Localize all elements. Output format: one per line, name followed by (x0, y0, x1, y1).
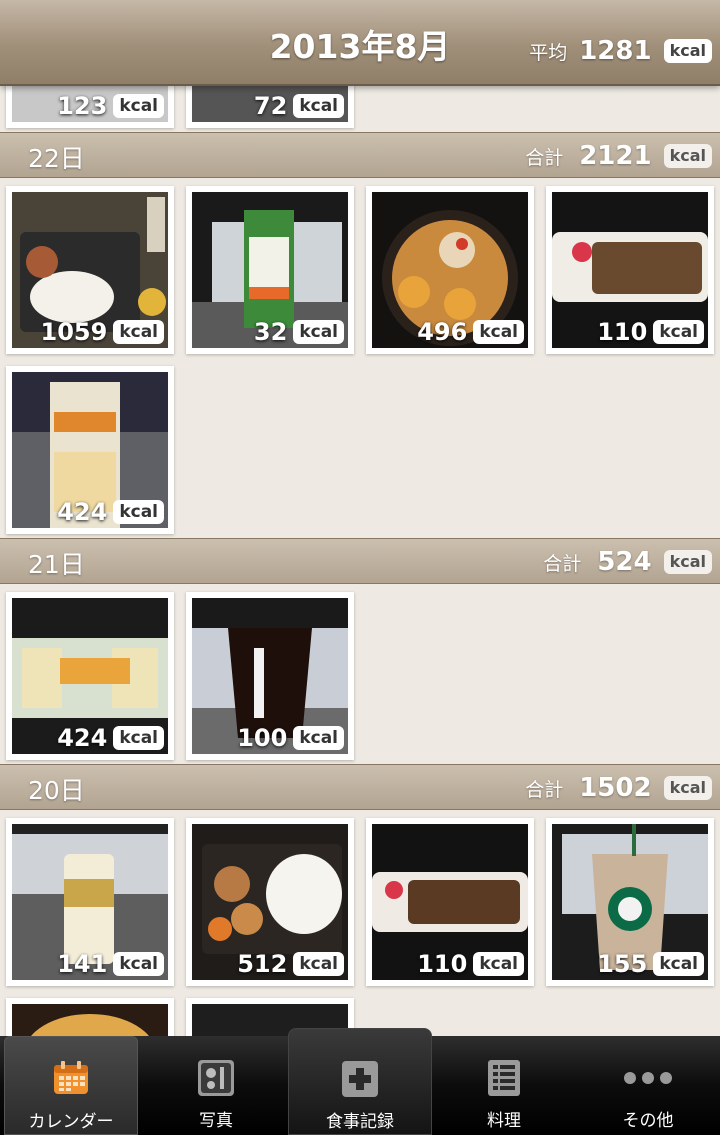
menu-list-icon (488, 1060, 520, 1100)
day-total: 合計 1502 kcal (525, 773, 712, 803)
food-photo-tile[interactable] (6, 998, 174, 1036)
food-photo-tile[interactable]: 32 kcal (186, 186, 354, 354)
day-label: 21日 (28, 550, 85, 579)
tab-label: その他 (622, 1111, 674, 1131)
food-photo-tile[interactable]: 141 kcal (6, 818, 174, 986)
calorie-label: 110 kcal (597, 318, 704, 346)
calorie-label: 1059 kcal (41, 318, 164, 346)
tab-other[interactable]: その他 (578, 1036, 718, 1135)
calorie-value: 424 (57, 498, 108, 526)
food-photo-tile[interactable]: 100 kcal (186, 592, 354, 760)
calorie-value: 72 (253, 92, 288, 120)
calorie-label: 123 kcal (57, 92, 164, 120)
calendar-icon (53, 1061, 89, 1099)
food-photo-tile[interactable]: 424 kcal (6, 592, 174, 760)
calorie-label: 496 kcal (417, 318, 524, 346)
tab-photo[interactable]: 写真 (146, 1036, 286, 1135)
calorie-value: 496 (417, 318, 468, 346)
day-header-22[interactable]: 22日 合計 2121 kcal (0, 132, 720, 178)
calorie-label: 72 kcal (254, 92, 344, 120)
day-total: 合計 2121 kcal (525, 141, 712, 171)
calorie-label: 32 kcal (254, 318, 344, 346)
day-total: 合計 524 kcal (543, 547, 712, 577)
calorie-label: 141 kcal (57, 950, 164, 978)
kcal-badge: kcal (293, 726, 344, 750)
tab-meal-record[interactable]: 食事記録 (288, 1028, 432, 1135)
food-photo-tile[interactable]: 72 kcal (186, 86, 354, 128)
kcal-badge: kcal (663, 144, 712, 168)
calorie-value: 32 (253, 318, 288, 346)
kcal-badge: kcal (113, 726, 164, 750)
day-header-20[interactable]: 20日 合計 1502 kcal (0, 764, 720, 810)
tab-label: 写真 (199, 1111, 233, 1131)
food-log-list[interactable]: 123 kcal 72 kcal 22日 合計 2121 kcal 1059 k… (0, 86, 720, 1036)
kcal-badge: kcal (113, 94, 164, 118)
calorie-label: 110 kcal (417, 950, 524, 978)
kcal-badge: kcal (473, 952, 524, 976)
calorie-value: 1059 (40, 318, 108, 346)
average-label: 平均 (529, 41, 568, 64)
calorie-value: 123 (57, 92, 108, 120)
kcal-badge: kcal (113, 500, 164, 524)
calorie-value: 110 (417, 950, 468, 978)
tab-cooking[interactable]: 料理 (436, 1036, 572, 1135)
plus-icon (342, 1061, 378, 1101)
calorie-value: 141 (57, 950, 108, 978)
food-photo-tile[interactable]: 110 kcal (366, 818, 534, 986)
tab-calendar[interactable]: カレンダー (4, 1036, 138, 1135)
calorie-label: 155 kcal (597, 950, 704, 978)
bottom-tab-bar: カレンダー 写真 食事記録 料理 その他 (0, 1028, 720, 1135)
kcal-badge: kcal (113, 952, 164, 976)
kcal-badge: kcal (293, 320, 344, 344)
calorie-value: 424 (57, 724, 108, 752)
kcal-badge: kcal (293, 952, 344, 976)
calorie-label: 424 kcal (57, 724, 164, 752)
tab-label: 食事記録 (326, 1112, 394, 1132)
kcal-badge: kcal (653, 952, 704, 976)
food-photo-tile[interactable]: 155 kcal (546, 818, 714, 986)
calorie-label: 424 kcal (57, 498, 164, 526)
total-label: 合計 (525, 146, 564, 169)
kcal-badge: kcal (663, 776, 712, 800)
total-value: 1502 (579, 773, 652, 803)
food-photo-tile[interactable]: 512 kcal (186, 818, 354, 986)
calorie-value: 512 (237, 950, 288, 978)
food-photo (12, 1004, 168, 1036)
total-value: 524 (597, 547, 652, 577)
more-icon (623, 1070, 673, 1089)
photo-icon (198, 1060, 234, 1100)
food-photo-tile[interactable]: 424 kcal (6, 366, 174, 534)
day-label: 20日 (28, 776, 85, 805)
monthly-average: 平均 1281 kcal (529, 36, 712, 66)
average-value: 1281 (579, 36, 652, 66)
calorie-label: 100 kcal (237, 724, 344, 752)
food-photo-tile[interactable]: 1059 kcal (6, 186, 174, 354)
kcal-badge: kcal (293, 94, 344, 118)
total-label: 合計 (525, 778, 564, 801)
kcal-badge: kcal (473, 320, 524, 344)
tab-label: カレンダー (28, 1112, 114, 1132)
kcal-badge: kcal (113, 320, 164, 344)
food-photo-tile[interactable]: 123 kcal (6, 86, 174, 128)
kcal-badge: kcal (663, 550, 712, 574)
calorie-value: 155 (597, 950, 648, 978)
day-header-21[interactable]: 21日 合計 524 kcal (0, 538, 720, 584)
food-photo-tile[interactable]: 110 kcal (546, 186, 714, 354)
total-label: 合計 (543, 552, 582, 575)
day-label: 22日 (28, 144, 85, 173)
food-photo-tile[interactable]: 496 kcal (366, 186, 534, 354)
calorie-value: 110 (597, 318, 648, 346)
kcal-badge: kcal (653, 320, 704, 344)
calorie-label: 512 kcal (237, 950, 344, 978)
total-value: 2121 (579, 141, 652, 171)
tab-label: 料理 (487, 1111, 521, 1131)
app-header: 2013年8月 平均 1281 kcal (0, 0, 720, 86)
calorie-value: 100 (237, 724, 288, 752)
kcal-badge: kcal (663, 39, 712, 63)
